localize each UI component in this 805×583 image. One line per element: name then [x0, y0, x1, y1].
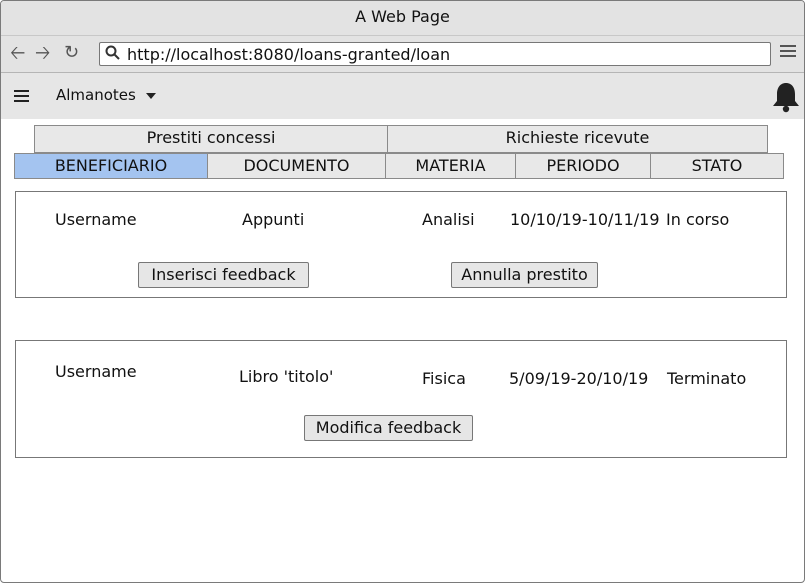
tab-richieste-ricevute[interactable]: Richieste ricevute — [387, 125, 768, 153]
filter-documento[interactable]: DOCUMENTO — [207, 153, 386, 179]
loan-user: Username — [55, 362, 137, 381]
insert-feedback-button[interactable]: Inserisci feedback — [138, 262, 309, 288]
filter-beneficiario[interactable]: BENEFICIARIO — [14, 153, 208, 179]
browser-toolbar: 🡠 🡢 ↻ http://localhost:8080/loans-grante… — [1, 36, 804, 73]
menu-icon[interactable] — [780, 42, 796, 60]
search-icon — [105, 45, 120, 60]
brand-name: Almanotes — [56, 86, 136, 104]
bell-icon[interactable] — [771, 81, 801, 113]
url-text: http://localhost:8080/loans-granted/loan — [127, 45, 451, 64]
tab-prestiti-concessi[interactable]: Prestiti concessi — [34, 125, 388, 153]
filter-materia[interactable]: MATERIA — [385, 153, 516, 179]
brand-menu[interactable]: Almanotes — [56, 86, 156, 104]
filter-stato[interactable]: STATO — [650, 153, 784, 179]
browser-window: A Web Page 🡠 🡢 ↻ http://localhost:8080/l… — [0, 0, 805, 583]
loan-card: Username Appunti Analisi 10/10/19-10/11/… — [15, 191, 787, 298]
loan-document: Libro 'titolo' — [239, 367, 334, 386]
back-arrow-icon[interactable]: 🡠 — [10, 42, 25, 64]
loan-status: Terminato — [667, 369, 747, 388]
url-field[interactable]: http://localhost:8080/loans-granted/loan — [99, 42, 771, 66]
forward-arrow-icon[interactable]: 🡢 — [35, 42, 50, 64]
loan-subject: Fisica — [422, 369, 466, 388]
loan-card: Username Libro 'titolo' Fisica 5/09/19-2… — [15, 340, 787, 458]
loan-subject: Analisi — [422, 210, 475, 229]
loan-status: In corso — [666, 210, 730, 229]
cancel-loan-button[interactable]: Annulla prestito — [451, 262, 598, 288]
caret-down-icon — [145, 92, 156, 99]
app-header: Almanotes — [1, 73, 804, 119]
loan-period: 10/10/19-10/11/19 — [510, 210, 660, 229]
window-title: A Web Page — [1, 1, 804, 36]
loan-user: Username — [55, 210, 137, 229]
edit-feedback-button[interactable]: Modifica feedback — [304, 415, 473, 441]
reload-icon[interactable]: ↻ — [64, 42, 79, 64]
loan-document: Appunti — [242, 210, 305, 229]
loan-period: 5/09/19-20/10/19 — [509, 369, 649, 388]
filter-periodo[interactable]: PERIODO — [515, 153, 651, 179]
hamburger-icon[interactable] — [14, 90, 29, 105]
